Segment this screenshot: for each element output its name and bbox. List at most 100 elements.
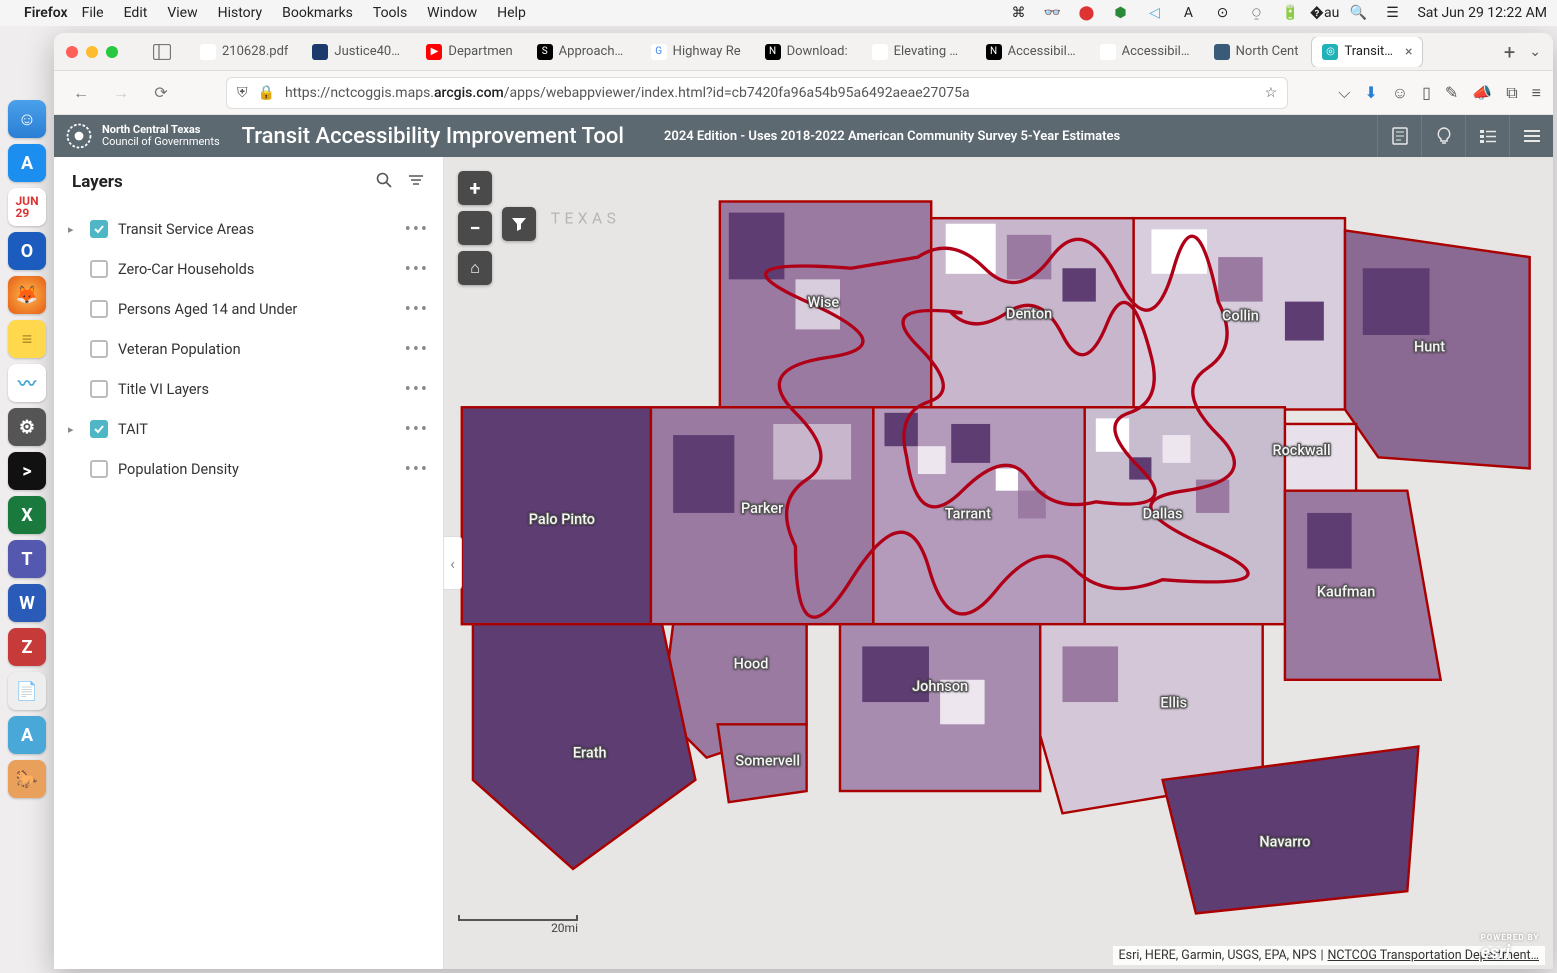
menubar-record-icon[interactable]: ⬤ xyxy=(1077,4,1095,22)
layer-menu-icon[interactable]: ••• xyxy=(405,259,429,280)
back-button[interactable]: ← xyxy=(66,78,96,108)
dock-finder[interactable]: ☺ xyxy=(8,100,46,138)
downloads-icon[interactable]: ⬇ xyxy=(1364,83,1377,103)
browser-tab[interactable]: NAccessibility xyxy=(976,37,1086,67)
menubar-battery-icon[interactable]: 🔋 xyxy=(1281,4,1299,22)
browser-tab[interactable]: Justice40 In xyxy=(302,37,412,67)
layer-checkbox[interactable] xyxy=(90,420,108,438)
panel-collapse-button[interactable]: ‹ xyxy=(444,536,462,590)
tab-close-icon[interactable]: × xyxy=(1405,44,1412,60)
layers-search-icon[interactable] xyxy=(375,171,393,193)
dock-terminal[interactable]: > xyxy=(8,452,46,490)
menubar-app-icon[interactable]: ⬢ xyxy=(1111,4,1129,22)
dock-outlook[interactable]: O xyxy=(8,232,46,270)
layer-menu-icon[interactable]: ••• xyxy=(405,459,429,480)
map-view[interactable]: TEXAS xyxy=(444,157,1553,969)
bookmark-star-icon[interactable]: ☆ xyxy=(1265,85,1278,101)
forward-button[interactable]: → xyxy=(106,78,136,108)
layer-menu-icon[interactable]: ••• xyxy=(405,219,429,240)
reload-button[interactable]: ⟳ xyxy=(146,78,176,108)
browser-tab[interactable]: North Cent xyxy=(1204,37,1309,67)
layer-name[interactable]: Population Density xyxy=(118,461,239,478)
menubar-app-icon2[interactable]: ◁ xyxy=(1145,4,1163,22)
menubar-app-icon3[interactable]: A xyxy=(1179,4,1197,22)
library-icon[interactable]: ▯ xyxy=(1422,83,1431,103)
browser-tab[interactable]: ▶Departmen xyxy=(416,37,522,67)
dock-word[interactable]: W xyxy=(8,584,46,622)
dock-appstore[interactable]: A xyxy=(8,144,46,182)
menu-edit[interactable]: Edit xyxy=(124,5,148,21)
menubar-glasses-icon[interactable]: 👓 xyxy=(1043,4,1061,22)
menubar-icon[interactable]: ⌘ xyxy=(1009,4,1027,22)
dock-app2[interactable]: A xyxy=(8,716,46,754)
browser-tab[interactable]: GHighway Re xyxy=(641,37,751,67)
minimize-window-button[interactable] xyxy=(86,46,98,58)
layer-name[interactable]: TAIT xyxy=(118,421,148,438)
app-menu-icon[interactable]: ≡ xyxy=(1532,83,1541,103)
dock-teams[interactable]: T xyxy=(8,540,46,578)
header-tips-button[interactable] xyxy=(1421,115,1465,157)
dock-app3[interactable]: 🐎 xyxy=(8,760,46,798)
dock-notes[interactable]: ≡ xyxy=(8,320,46,358)
layer-menu-icon[interactable]: ••• xyxy=(405,339,429,360)
shield-icon[interactable]: ⛨ xyxy=(237,85,248,101)
maximize-window-button[interactable] xyxy=(106,46,118,58)
menu-window[interactable]: Window xyxy=(427,5,477,21)
layer-checkbox[interactable] xyxy=(90,460,108,478)
menubar-search-icon[interactable]: 🔍 xyxy=(1349,4,1367,22)
menubar-wifi-icon[interactable]: �au xyxy=(1315,4,1333,22)
extensions-icon[interactable]: ⧉ xyxy=(1506,83,1517,103)
menu-view[interactable]: View xyxy=(167,5,197,21)
menubar-play-icon[interactable]: ⊙ xyxy=(1213,4,1231,22)
menubar-user-icon[interactable]: ⍜ xyxy=(1247,4,1265,22)
menu-help[interactable]: Help xyxy=(497,5,526,21)
layer-checkbox[interactable] xyxy=(90,300,108,318)
pocket-icon[interactable]: ⌵ xyxy=(1338,83,1350,103)
menubar-control-center-icon[interactable]: ☰ xyxy=(1383,4,1401,22)
zoom-out-button[interactable]: − xyxy=(458,211,492,245)
menu-tools[interactable]: Tools xyxy=(373,5,407,21)
zoom-in-button[interactable]: + xyxy=(458,171,492,205)
header-layers-button[interactable] xyxy=(1509,115,1553,157)
layer-name[interactable]: Persons Aged 14 and Under xyxy=(118,301,297,318)
layer-checkbox[interactable] xyxy=(90,220,108,238)
browser-tab[interactable]: NDownload: xyxy=(755,37,858,67)
layer-expand-caret-icon[interactable]: ▸ xyxy=(68,423,80,436)
close-window-button[interactable] xyxy=(66,46,78,58)
layer-menu-icon[interactable]: ••• xyxy=(405,419,429,440)
menu-file[interactable]: File xyxy=(82,5,104,21)
home-extent-button[interactable]: ⌂ xyxy=(458,251,492,285)
layer-checkbox[interactable] xyxy=(90,260,108,278)
dock-zotero[interactable]: Z xyxy=(8,628,46,666)
layers-filter-icon[interactable] xyxy=(407,171,425,193)
header-legend-button[interactable] xyxy=(1465,115,1509,157)
menu-bookmarks[interactable]: Bookmarks xyxy=(282,5,353,21)
browser-tab[interactable]: SApproaches xyxy=(527,37,637,67)
layer-name[interactable]: Transit Service Areas xyxy=(118,221,254,238)
dock-app[interactable]: 📄 xyxy=(8,672,46,710)
account-icon[interactable]: ☺ xyxy=(1392,83,1408,103)
header-info-button[interactable] xyxy=(1377,115,1421,157)
dock-firefox[interactable]: 🦊 xyxy=(8,276,46,314)
menubar-app-name[interactable]: Firefox xyxy=(24,5,68,21)
layer-menu-icon[interactable]: ••• xyxy=(405,379,429,400)
dock-freeform[interactable]: 〰 xyxy=(8,364,46,402)
menu-history[interactable]: History xyxy=(218,5,263,21)
ext1-icon[interactable]: ✎ xyxy=(1445,83,1458,103)
tab-overflow-button[interactable]: ⌄ xyxy=(1529,44,1541,60)
layer-name[interactable]: Title VI Layers xyxy=(118,381,209,398)
browser-tab[interactable]: 210628.pdf xyxy=(190,37,298,67)
ext2-icon[interactable]: 📣 xyxy=(1472,83,1492,103)
layer-name[interactable]: Zero-Car Households xyxy=(118,261,254,278)
dock-calendar[interactable]: JUN29 xyxy=(8,188,46,226)
menubar-clock[interactable]: Sat Jun 29 12:22 AM xyxy=(1417,5,1547,21)
new-tab-button[interactable]: + xyxy=(1504,40,1515,64)
browser-tab[interactable]: Elevating Equit xyxy=(862,37,972,67)
layer-menu-icon[interactable]: ••• xyxy=(405,299,429,320)
layer-checkbox[interactable] xyxy=(90,340,108,358)
layer-checkbox[interactable] xyxy=(90,380,108,398)
map-filter-button[interactable] xyxy=(502,207,536,241)
layer-name[interactable]: Veteran Population xyxy=(118,341,241,358)
dock-settings[interactable]: ⚙ xyxy=(8,408,46,446)
layer-expand-caret-icon[interactable]: ▸ xyxy=(68,223,80,236)
